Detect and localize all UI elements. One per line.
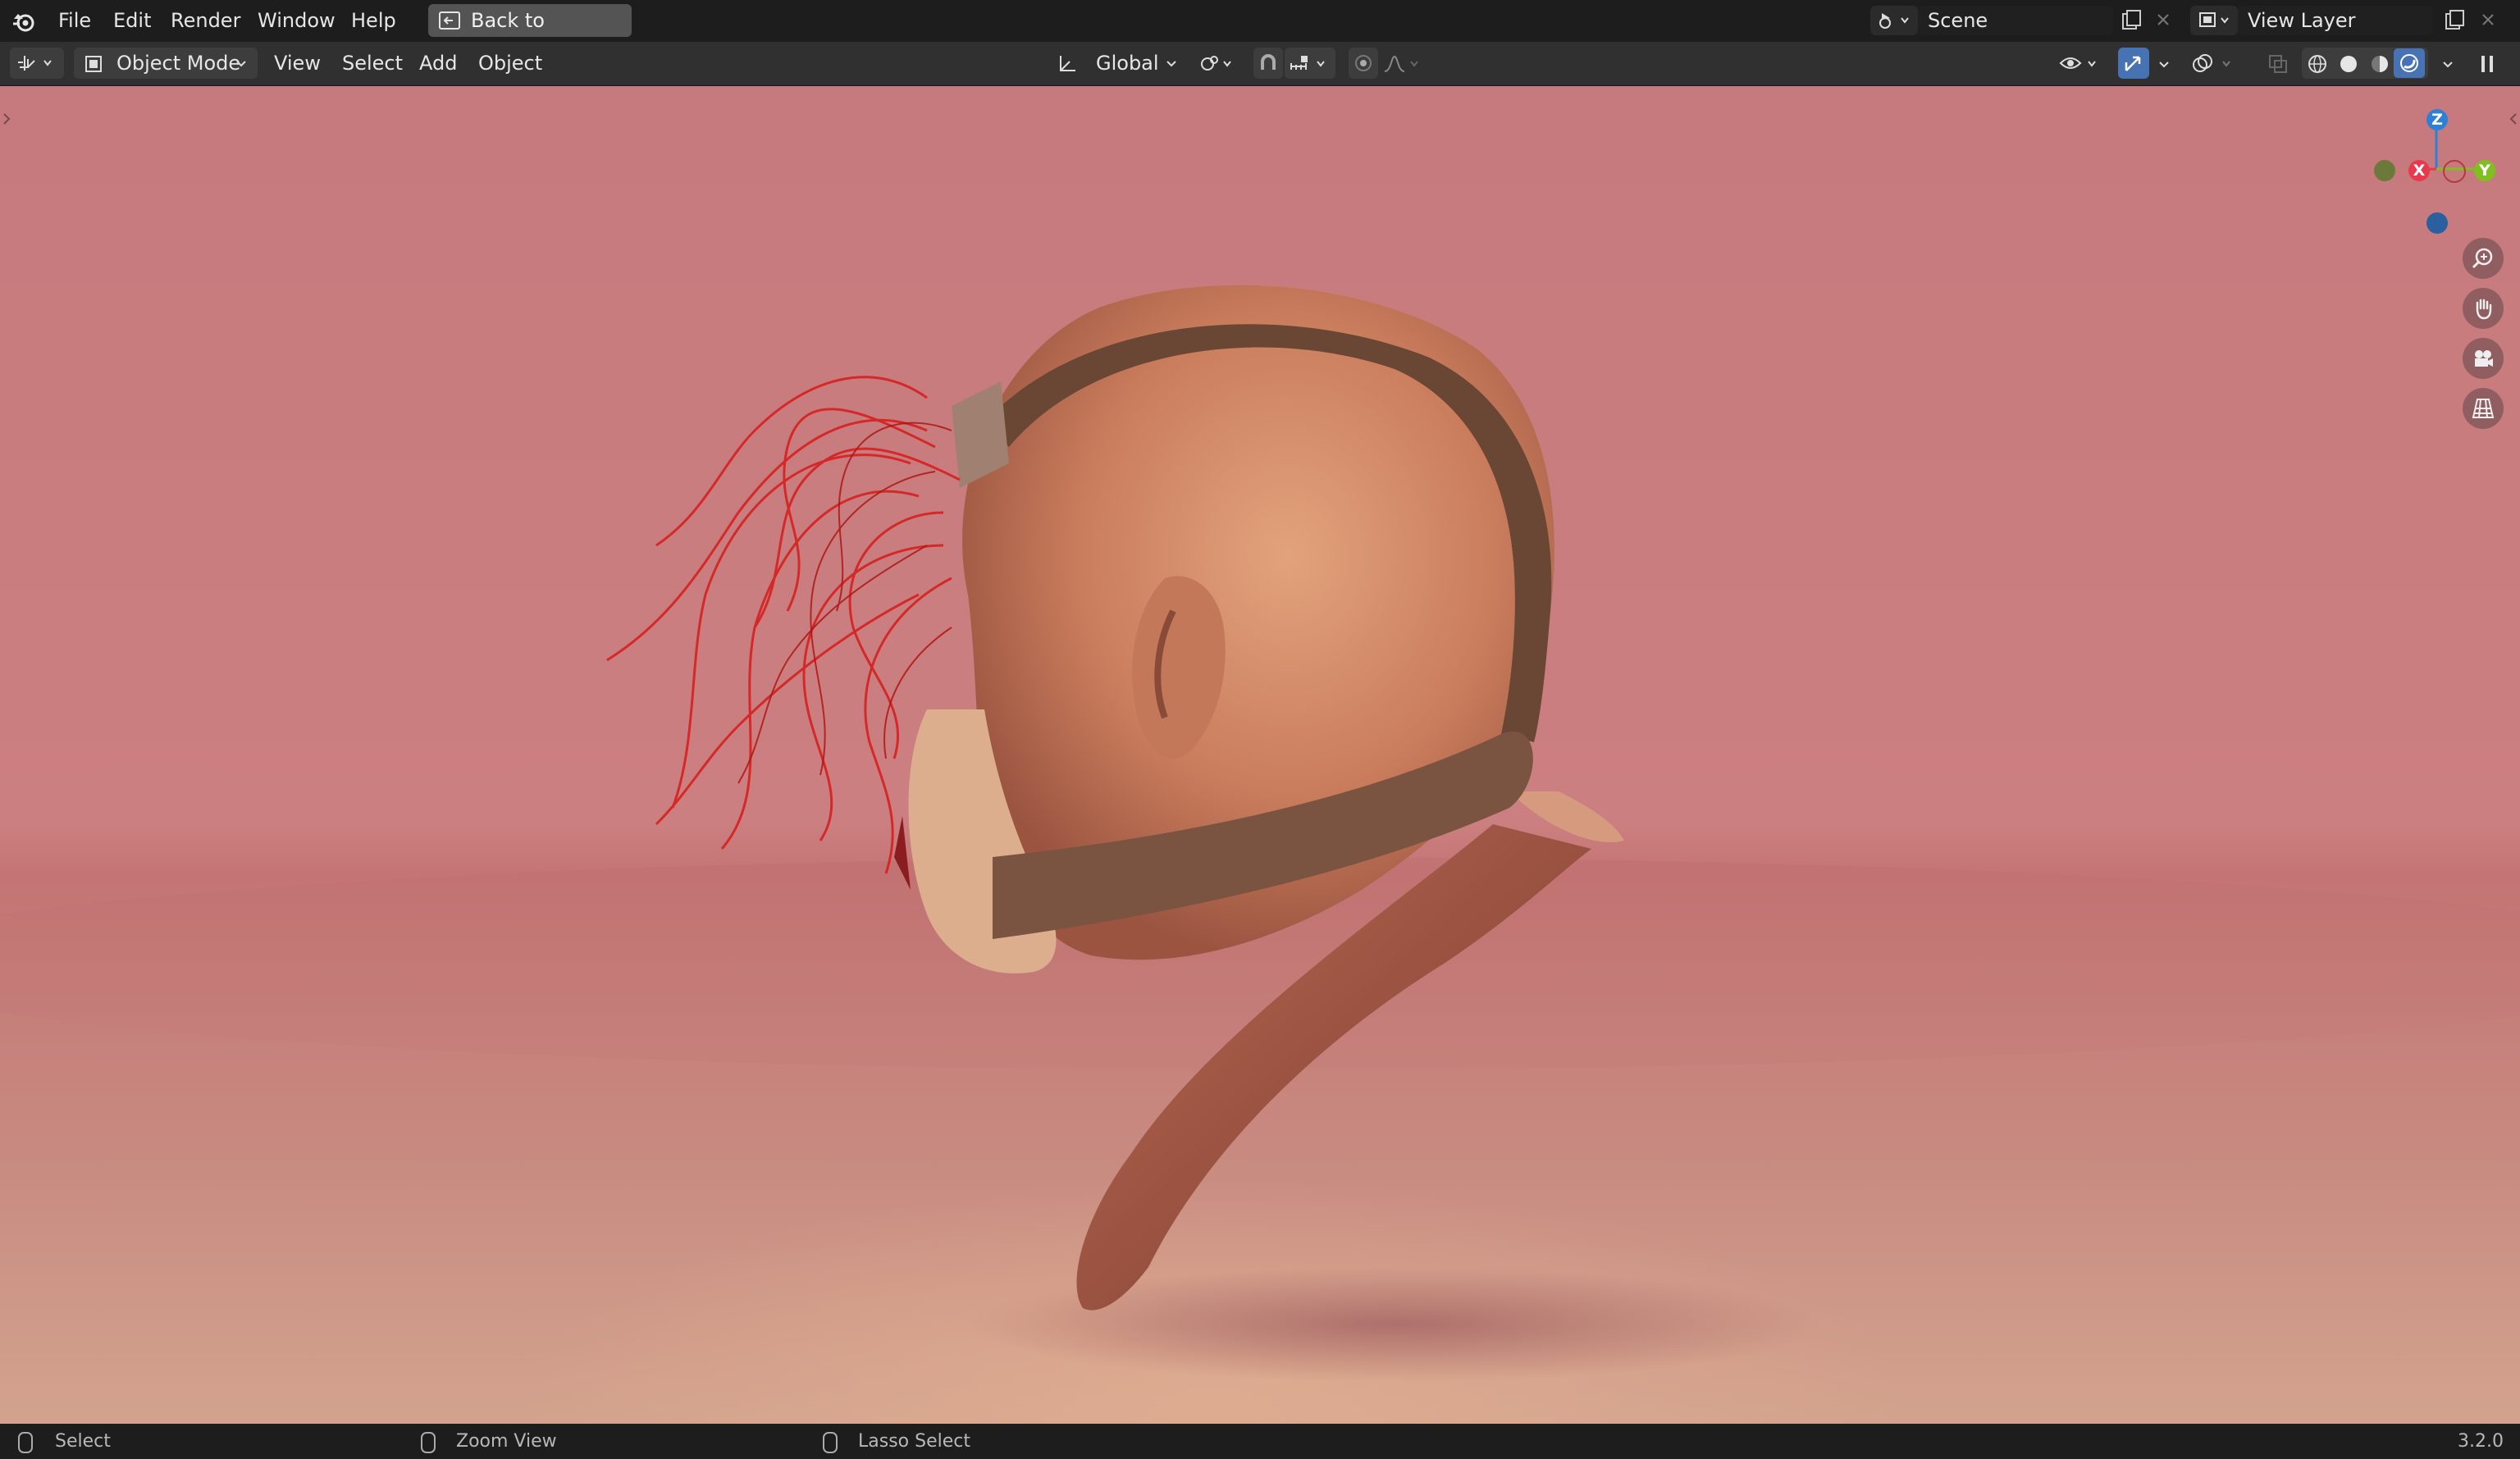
scene-icon [1877, 10, 1911, 34]
solid-shading-icon[interactable] [2338, 53, 2359, 78]
chevron-down-icon [1165, 57, 1178, 73]
new-view-layer-icon[interactable] [2443, 9, 2466, 32]
3d-viewport[interactable]: Z X Y [0, 86, 2520, 1424]
zoom-icon [2471, 246, 2495, 274]
blender-version: 3.2.0 [2458, 1431, 2504, 1452]
transform-orientation-dropdown[interactable]: Global [1052, 48, 1183, 79]
pivot-point-dropdown[interactable] [1194, 48, 1242, 79]
delete-scene-icon[interactable] [2154, 11, 2172, 29]
blender-logo-icon[interactable] [11, 9, 36, 34]
new-scene-icon[interactable] [2120, 9, 2143, 32]
status-zoom-view: Zoom View [456, 1431, 557, 1452]
gizmo-y-axis[interactable]: Y [2474, 160, 2495, 181]
menu-add[interactable]: Add [419, 42, 457, 85]
gizmo-x-label: X [2413, 162, 2426, 180]
view-layer-name: View Layer [2248, 9, 2356, 32]
material-preview-shading-icon[interactable] [2369, 53, 2390, 78]
pause-render-icon[interactable] [2476, 52, 2499, 79]
delete-view-layer-icon[interactable] [2479, 11, 2497, 29]
right-mouse-icon [823, 1432, 838, 1453]
middle-mouse-icon [421, 1432, 436, 1453]
xray-toggle-icon[interactable] [2267, 53, 2289, 78]
hand-icon [2471, 296, 2495, 324]
menu-select[interactable]: Select [342, 42, 403, 85]
menu-edit[interactable]: Edit [113, 0, 151, 42]
top-menu-bar: File Edit Render Window Help Back to Pre… [0, 0, 2520, 65]
scene-name-field[interactable]: Scene [1918, 6, 2113, 35]
gizmo-icon [2123, 52, 2144, 77]
rendered-shading-icon[interactable] [2394, 48, 2425, 78]
orientation-label: Global [1096, 52, 1159, 75]
menu-render[interactable]: Render [171, 0, 240, 42]
gizmo-negative-z-axis[interactable] [2426, 212, 2448, 234]
rendered-head-sculpture [606, 285, 1821, 1382]
left-mouse-icon [18, 1432, 33, 1453]
gizmo-negative-x-axis[interactable] [2443, 160, 2466, 183]
navigation-gizmo[interactable]: Z X Y [2362, 96, 2510, 244]
proportional-falloff-dropdown[interactable] [1380, 48, 1429, 79]
camera-icon [2471, 346, 2495, 374]
view-layer-name-field[interactable]: View Layer [2238, 6, 2433, 35]
menu-view[interactable]: View [274, 42, 321, 85]
status-lasso-select: Lasso Select [858, 1431, 970, 1452]
snap-increment-icon [1288, 53, 1332, 78]
editor-type-button[interactable] [10, 48, 64, 79]
status-bar: Select Zoom View Lasso Select 3.2.0 [0, 1424, 2520, 1459]
eye-icon [2059, 53, 2105, 78]
editor-type-icon [16, 52, 59, 77]
back-icon [438, 10, 461, 31]
viewport-header: Object Mode View Select Add Object Globa… [0, 42, 2520, 86]
menu-object[interactable]: Object [478, 42, 542, 85]
gizmo-toggle[interactable] [2118, 48, 2149, 79]
wireframe-shading-icon[interactable] [2307, 53, 2328, 78]
gizmo-z-label: Z [2431, 111, 2443, 129]
visibility-dropdown[interactable] [2056, 48, 2107, 79]
camera-view-button[interactable] [2463, 338, 2504, 379]
gizmo-x-axis[interactable]: X [2408, 160, 2430, 181]
menu-window[interactable]: Window [258, 0, 336, 42]
proportional-editing-toggle[interactable] [1349, 48, 1378, 79]
chevron-down-icon [235, 57, 248, 73]
snap-target-dropdown[interactable] [1285, 48, 1335, 79]
shading-mode-group [2302, 48, 2428, 79]
toolbar-region-toggle-icon[interactable] [2, 111, 11, 130]
perspective-toggle-button[interactable] [2463, 388, 2504, 429]
scene-name: Scene [1928, 9, 1988, 32]
menu-file[interactable]: File [58, 0, 91, 42]
falloff-curve-icon [1383, 53, 1427, 78]
back-to-previous-button[interactable]: Back to Previous [428, 4, 632, 65]
zoom-view-button[interactable] [2463, 238, 2504, 279]
snap-toggle[interactable] [1253, 48, 1283, 79]
menu-help[interactable]: Help [351, 0, 396, 42]
gizmo-y-label: Y [2479, 162, 2490, 180]
status-select: Select [55, 1431, 111, 1452]
overlays-toggle[interactable] [2187, 48, 2244, 79]
overlays-icon [2192, 53, 2241, 78]
object-mode-label: Object Mode [116, 52, 241, 75]
proportional-editing-icon [1354, 53, 1373, 76]
shading-options-chevron-icon[interactable] [2441, 58, 2454, 74]
orientation-icon [1057, 53, 1078, 78]
scene-browse-button[interactable] [1870, 6, 1918, 35]
view-layer-icon [2197, 10, 2231, 34]
pivot-icon [1199, 53, 1240, 78]
gizmo-chevron-down-icon[interactable] [2157, 58, 2171, 74]
gizmo-negative-y-axis[interactable] [2374, 160, 2395, 181]
grid-perspective-icon [2471, 396, 2495, 424]
object-mode-icon [84, 54, 103, 74]
magnet-icon [1258, 53, 1278, 76]
view-layer-browse-button[interactable] [2190, 6, 2238, 35]
pan-view-button[interactable] [2463, 288, 2504, 329]
object-mode-dropdown[interactable]: Object Mode [74, 48, 258, 79]
gizmo-z-axis[interactable]: Z [2426, 109, 2448, 130]
